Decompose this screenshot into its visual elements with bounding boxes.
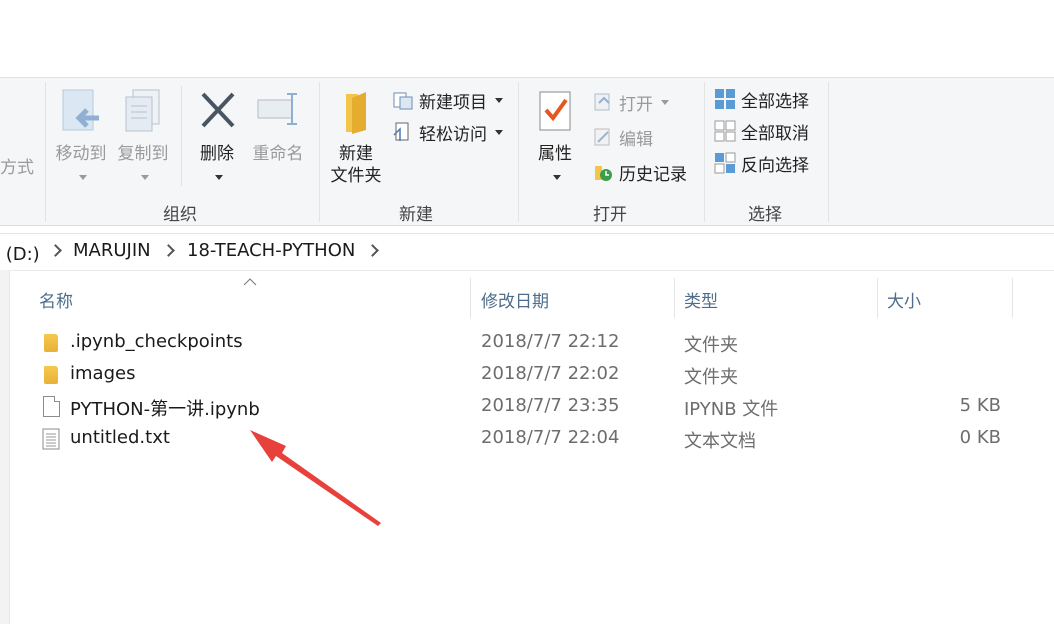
text-file-icon bbox=[42, 428, 60, 450]
breadcrumb-drive[interactable]: 卷 (D:) bbox=[0, 240, 40, 266]
select-all-button[interactable]: 全部选择 bbox=[714, 86, 809, 112]
list-item[interactable]: .ipynb_checkpoints 2018/7/7 22:12 文件夹 bbox=[30, 328, 1040, 358]
chevron-down-icon bbox=[495, 97, 503, 103]
select-none-icon bbox=[714, 120, 736, 142]
group-label-new: 新建 bbox=[399, 205, 433, 225]
sort-ascending-icon bbox=[243, 278, 257, 286]
column-divider[interactable] bbox=[1012, 278, 1013, 318]
breadcrumb-marujin[interactable]: MARUJIN bbox=[73, 240, 151, 261]
file-icon bbox=[43, 396, 60, 417]
ribbon-partial-label: 方式 bbox=[0, 158, 34, 178]
invert-selection-button[interactable]: 反向选择 bbox=[714, 150, 809, 176]
breadcrumb-current-folder[interactable]: 18-TEACH-PYTHON bbox=[187, 240, 355, 261]
group-separator bbox=[704, 82, 705, 222]
group-separator bbox=[828, 82, 829, 222]
group-label-organize: 组织 bbox=[163, 205, 197, 225]
folder-icon bbox=[44, 366, 58, 384]
edit-button[interactable]: 编辑 bbox=[592, 124, 653, 150]
new-folder-button[interactable]: 新建 文件夹 bbox=[326, 88, 386, 187]
folder-icon bbox=[346, 92, 366, 134]
easy-access-button[interactable]: 轻松访问 bbox=[392, 119, 503, 145]
chevron-right-icon[interactable] bbox=[162, 244, 175, 257]
column-divider[interactable] bbox=[470, 278, 471, 318]
folder-icon bbox=[44, 334, 58, 352]
annotation-arrow bbox=[250, 430, 381, 526]
history-icon bbox=[595, 166, 612, 181]
delete-button[interactable]: 删除 bbox=[190, 88, 244, 185]
group-separator bbox=[45, 82, 46, 222]
chevron-right-icon[interactable] bbox=[366, 244, 379, 257]
column-divider[interactable] bbox=[877, 278, 878, 318]
ribbon: 方式 移动到 复制到 删除 重命名 组织 新建 文件夹 新建项目 轻松访问 新建… bbox=[0, 77, 1054, 226]
chevron-down-icon bbox=[661, 99, 669, 105]
column-header-name[interactable]: 名称 bbox=[39, 287, 73, 312]
group-separator bbox=[319, 82, 320, 222]
open-icon bbox=[594, 93, 610, 111]
move-to-icon bbox=[62, 89, 99, 131]
group-label-open: 打开 bbox=[593, 205, 627, 225]
column-header-date[interactable]: 修改日期 bbox=[481, 287, 549, 312]
edit-icon bbox=[594, 128, 610, 146]
properties-icon bbox=[539, 91, 571, 131]
open-button[interactable]: 打开 bbox=[592, 89, 669, 115]
easy-access-icon bbox=[393, 122, 409, 141]
select-none-button[interactable]: 全部取消 bbox=[714, 118, 809, 144]
column-header-size[interactable]: 大小 bbox=[887, 287, 921, 312]
select-all-icon bbox=[715, 89, 735, 109]
group-label-select: 选择 bbox=[748, 205, 782, 225]
list-item[interactable]: PYTHON-第一讲.ipynb 2018/7/7 23:35 IPYNB 文件… bbox=[30, 392, 1040, 422]
rename-icon bbox=[257, 93, 297, 125]
chevron-down-icon bbox=[214, 175, 223, 180]
group-separator bbox=[518, 82, 519, 222]
copy-to-button[interactable]: 复制到 bbox=[113, 88, 173, 185]
properties-button[interactable]: 属性 bbox=[527, 88, 583, 185]
divider bbox=[181, 86, 182, 186]
new-item-icon bbox=[393, 92, 413, 110]
move-to-button[interactable]: 移动到 bbox=[52, 88, 110, 185]
new-item-button[interactable]: 新建项目 bbox=[392, 87, 503, 113]
chevron-down-icon bbox=[552, 175, 561, 180]
chevron-down-icon bbox=[140, 175, 149, 180]
column-divider[interactable] bbox=[674, 278, 675, 318]
rename-button[interactable]: 重命名 bbox=[246, 88, 310, 165]
invert-selection-icon bbox=[714, 152, 736, 174]
list-item[interactable]: untitled.txt 2018/7/7 22:04 文本文档 0 KB bbox=[30, 424, 1040, 454]
history-button[interactable]: 历史记录 bbox=[592, 159, 687, 185]
navigation-pane-edge bbox=[0, 270, 10, 624]
chevron-down-icon bbox=[495, 129, 503, 135]
column-header-type[interactable]: 类型 bbox=[684, 287, 718, 312]
list-item[interactable]: images 2018/7/7 22:02 文件夹 bbox=[30, 360, 1040, 390]
copy-to-icon bbox=[125, 89, 160, 132]
address-bar[interactable]: 卷 (D:) MARUJIN 18-TEACH-PYTHON bbox=[0, 233, 1054, 271]
close-icon bbox=[201, 92, 235, 128]
chevron-down-icon bbox=[78, 175, 87, 180]
chevron-right-icon[interactable] bbox=[49, 244, 62, 257]
